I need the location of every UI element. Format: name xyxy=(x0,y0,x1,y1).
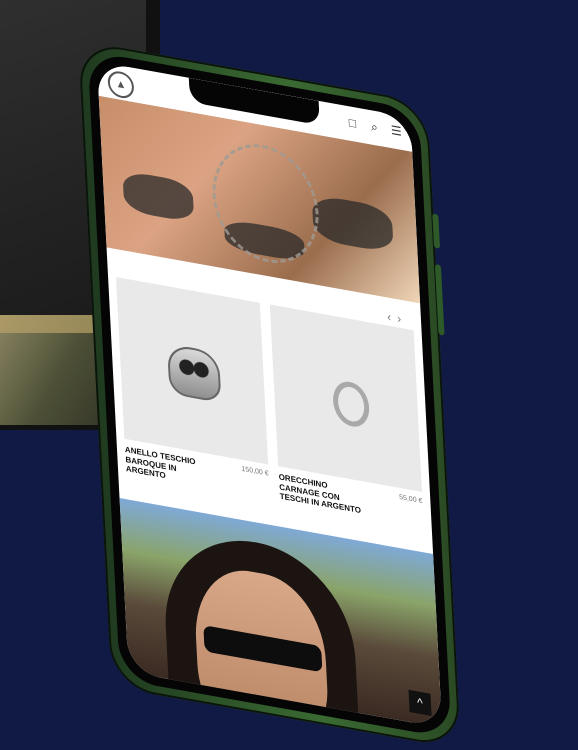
search-icon[interactable]: ⌕ xyxy=(367,119,382,136)
product-price: 150,00 € xyxy=(241,465,269,478)
skull-earring-image xyxy=(332,378,371,430)
scroll-top-button[interactable]: ^ xyxy=(408,689,432,716)
product-card[interactable]: ANELLO TESCHIO BAROQUE IN ARGENTO 150,00… xyxy=(116,277,271,515)
tattoo-shape xyxy=(311,193,394,254)
chain-necklace xyxy=(209,135,322,272)
bag-icon[interactable]: □ xyxy=(345,115,360,132)
triangle-logo-icon[interactable]: ▲ xyxy=(107,69,135,101)
tattoo-shape xyxy=(122,170,195,223)
product-image[interactable] xyxy=(269,304,422,492)
phone-mockup: ▲ □ ⌕ ☰ ‹› ANELLO TESCHIO BAROQUE IN ARG xyxy=(78,40,462,750)
header-icons: □ ⌕ ☰ xyxy=(345,115,404,139)
skull-ring-image xyxy=(166,343,222,404)
carousel-arrows: ‹› xyxy=(387,309,408,327)
product-grid: ANELLO TESCHIO BAROQUE IN ARGENTO 150,00… xyxy=(108,276,433,544)
chevron-right-icon[interactable]: › xyxy=(397,311,408,327)
product-price: 55,00 € xyxy=(398,493,423,506)
product-card[interactable]: ORECCHINO CARNAGE CON TESCHI IN ARGENTO … xyxy=(269,304,425,543)
volume-up-button xyxy=(432,213,441,249)
menu-icon[interactable]: ☰ xyxy=(389,123,404,140)
product-image[interactable] xyxy=(116,277,269,465)
phone-screen: ▲ □ ⌕ ☰ ‹› ANELLO TESCHIO BAROQUE IN ARG xyxy=(96,61,443,728)
